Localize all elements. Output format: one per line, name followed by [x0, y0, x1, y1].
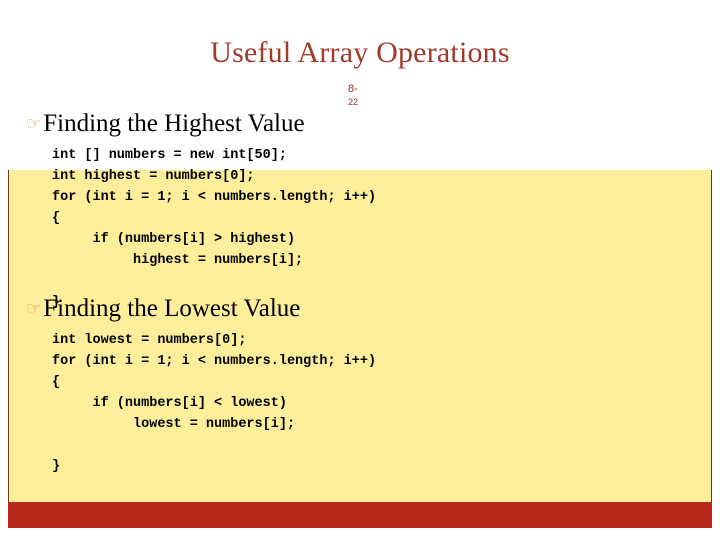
section-heading-highest-label: Finding the Highest Value — [43, 110, 305, 137]
code-line: { — [52, 375, 61, 390]
code-block-lowest: int lowest = numbers[0]; for (int i = 1; … — [52, 330, 376, 477]
code-line: for (int i = 1; i < numbers.length; i++) — [52, 354, 377, 369]
code-line: if (numbers[i] > highest) — [52, 232, 296, 247]
code-block-highest: int [] numbers = new int[50]; int highest… — [52, 145, 376, 313]
fleuron-bullet-icon: ☞ — [26, 114, 42, 134]
code-line: for (int i = 1; i < numbers.length; i++) — [52, 190, 377, 205]
slide-number-part-1: 8- — [348, 83, 358, 95]
fleuron-bullet-icon: ☞ — [26, 299, 42, 319]
code-line: if (numbers[i] < lowest) — [52, 396, 287, 411]
slide-canvas: Useful Array Operations 8- 22 ☞ Finding … — [0, 0, 720, 540]
slide-number-label: 8- 22 — [348, 82, 388, 109]
slide-number-part-2: 22 — [348, 97, 359, 107]
slide-title: Useful Array Operations — [210, 36, 510, 69]
slide-content-layer: Useful Array Operations 8- 22 ☞ Finding … — [0, 0, 720, 540]
code-line: int [] numbers = new int[50]; — [52, 148, 287, 163]
section-heading-lowest-label: Finding the Lowest Value — [43, 295, 301, 322]
section-heading-lowest: ☞ Finding the Lowest Value — [26, 295, 300, 323]
code-line: } — [52, 459, 61, 474]
section-heading-highest: ☞ Finding the Highest Value — [26, 110, 305, 138]
code-line: { — [52, 211, 61, 226]
code-line: int highest = numbers[0]; — [52, 169, 255, 184]
code-line: lowest = numbers[i]; — [52, 417, 296, 432]
code-line: highest = numbers[i]; — [52, 253, 304, 268]
code-line: int lowest = numbers[0]; — [52, 333, 247, 348]
